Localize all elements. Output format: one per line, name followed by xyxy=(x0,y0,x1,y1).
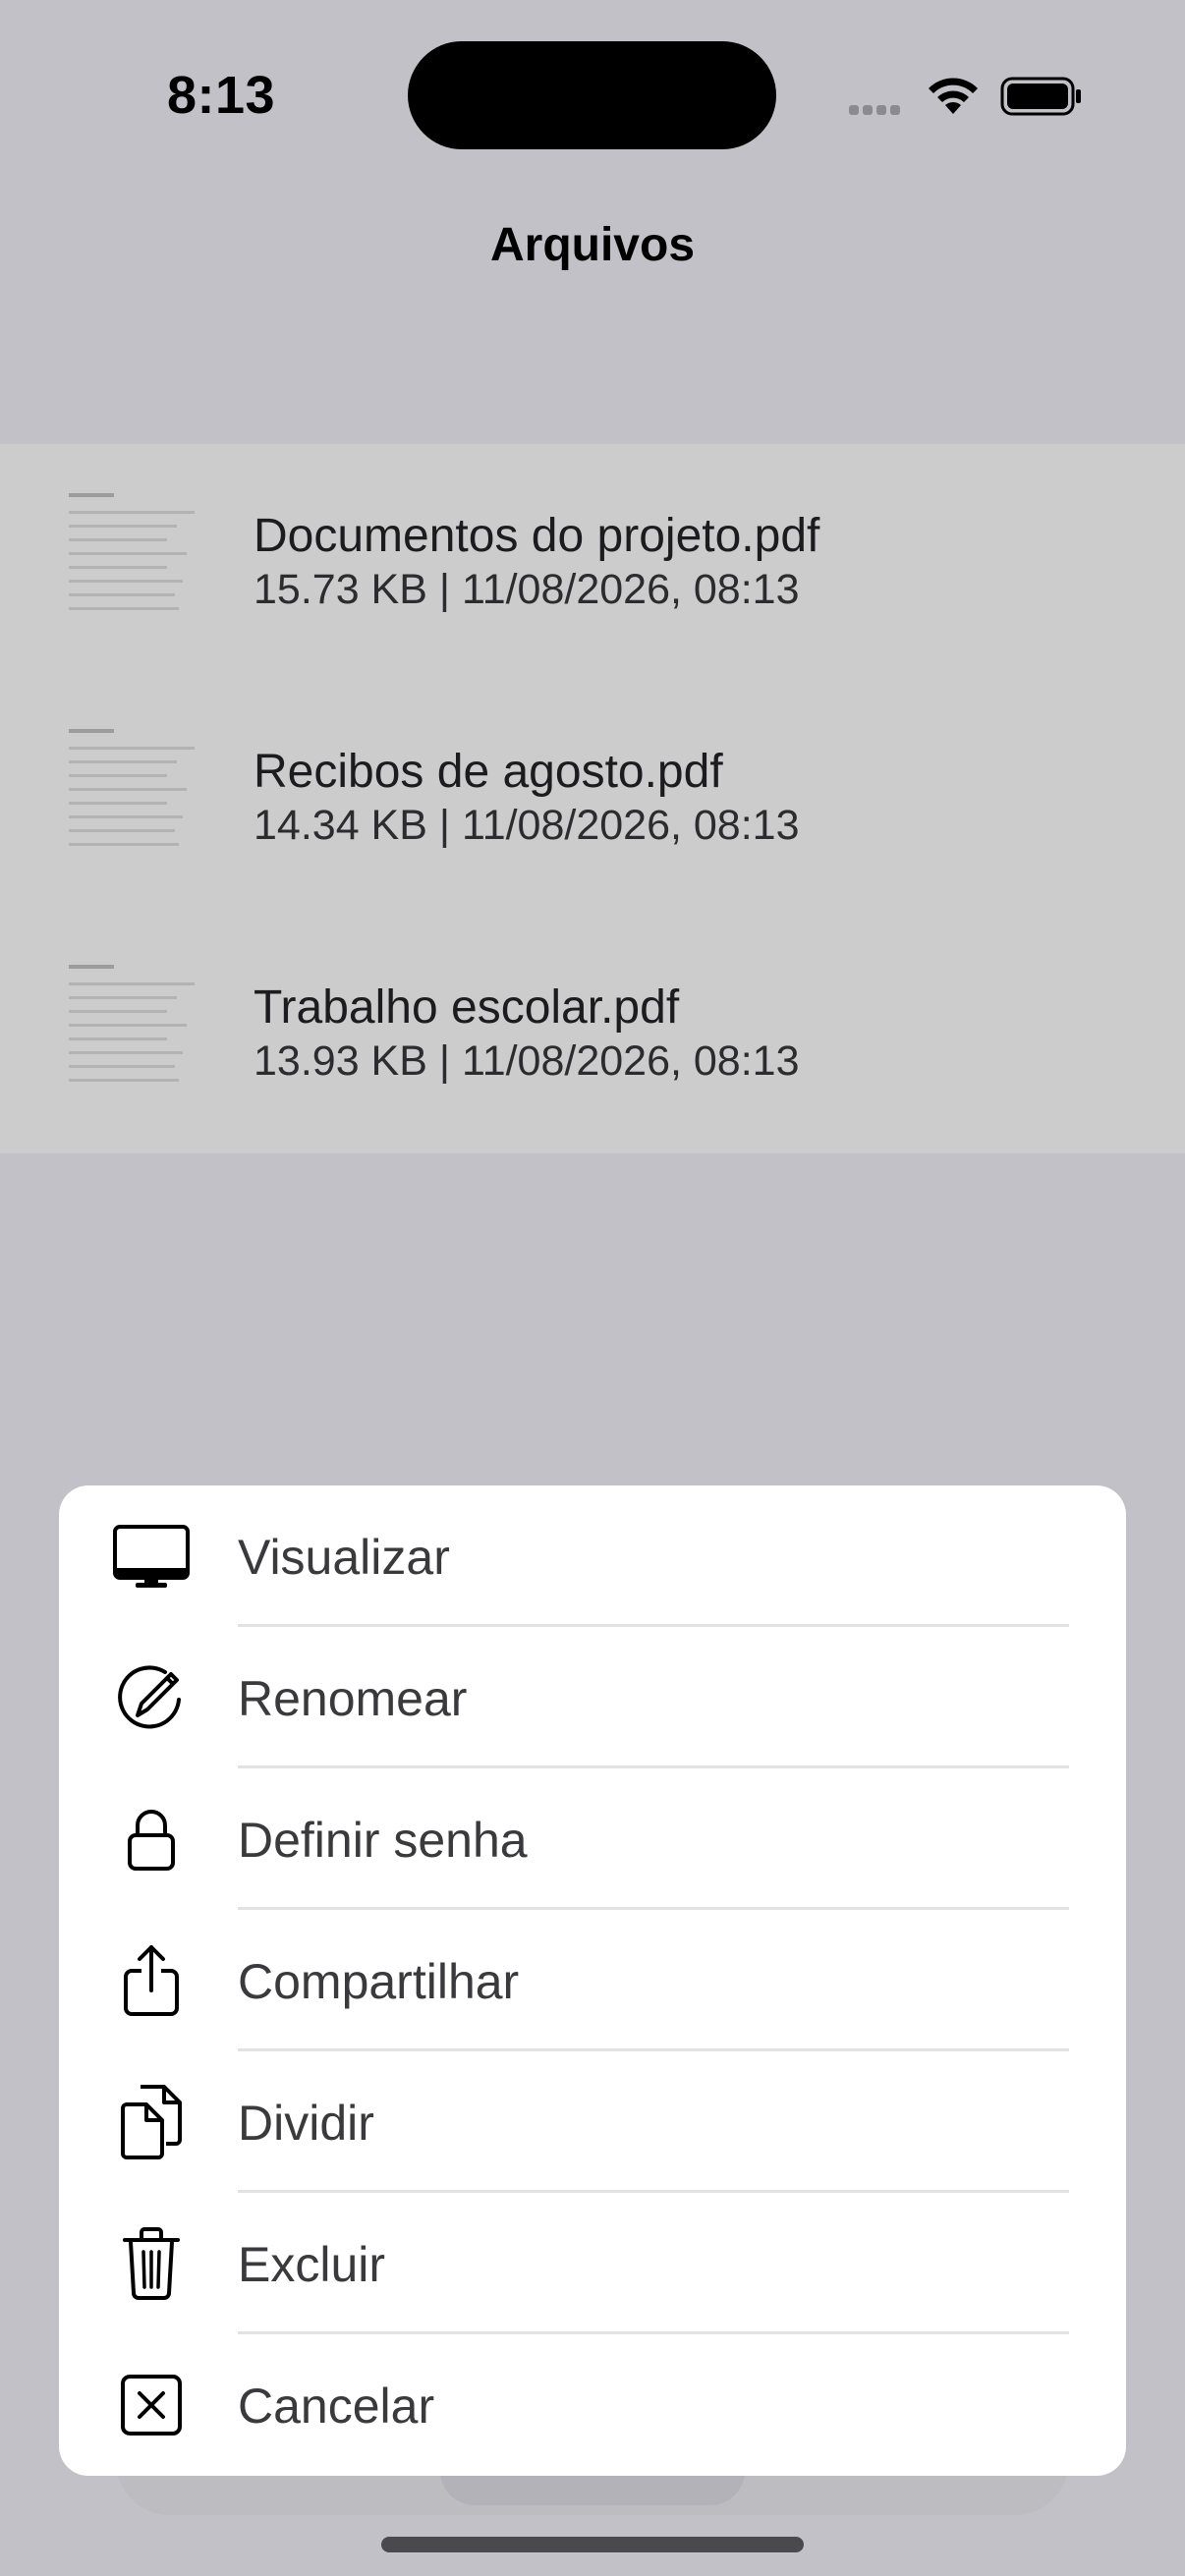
lock-icon xyxy=(104,1804,198,1875)
action-label: Renomear xyxy=(238,1671,468,1726)
battery-icon xyxy=(1000,77,1081,116)
action-label: Cancelar xyxy=(238,2379,435,2434)
home-indicator xyxy=(381,2537,804,2552)
close-box-icon xyxy=(104,2370,198,2440)
page-title: Arquivos xyxy=(489,219,696,271)
status-bar: 8:13 xyxy=(0,0,1185,196)
action-sheet: Visualizar Renomear Definir senha Compar… xyxy=(59,1485,1126,2476)
display-icon xyxy=(104,1521,198,1592)
file-row[interactable]: Documentos do projeto.pdf 15.73 KB | 11/… xyxy=(0,444,1185,680)
pdf-thumbnail-icon xyxy=(69,493,197,621)
cellular-signal-icon xyxy=(849,102,908,116)
file-meta: 15.73 KB | 11/08/2026, 08:13 xyxy=(254,566,800,613)
action-label: Definir senha xyxy=(238,1813,528,1868)
file-meta: 13.93 KB | 11/08/2026, 08:13 xyxy=(254,1037,800,1085)
action-label: Dividir xyxy=(238,2096,374,2151)
action-delete[interactable]: Excluir xyxy=(59,2193,1126,2334)
trash-icon xyxy=(104,2227,198,2300)
share-icon xyxy=(104,1945,198,2016)
status-time: 8:13 xyxy=(167,66,276,125)
file-list: Documentos do projeto.pdf 15.73 KB | 11/… xyxy=(0,444,1185,1153)
action-set-password[interactable]: Definir senha xyxy=(59,1768,1126,1910)
rename-icon xyxy=(104,1662,198,1733)
file-name: Trabalho escolar.pdf xyxy=(254,981,680,1034)
split-documents-icon xyxy=(104,2085,198,2159)
action-label: Excluir xyxy=(238,2237,386,2292)
wifi-icon xyxy=(929,78,978,114)
file-meta: 14.34 KB | 11/08/2026, 08:13 xyxy=(254,802,800,849)
dynamic-island xyxy=(408,41,776,149)
action-rename[interactable]: Renomear xyxy=(59,1627,1126,1768)
file-name: Recibos de agosto.pdf xyxy=(254,746,723,798)
file-row[interactable]: Recibos de agosto.pdf 14.34 KB | 11/08/2… xyxy=(0,680,1185,916)
action-label: Visualizar xyxy=(238,1530,450,1585)
pdf-thumbnail-icon xyxy=(69,729,197,857)
file-row[interactable]: Trabalho escolar.pdf 13.93 KB | 11/08/20… xyxy=(0,916,1185,1151)
action-cancel[interactable]: Cancelar xyxy=(59,2334,1126,2476)
action-label: Compartilhar xyxy=(238,1954,520,2009)
file-name: Documentos do projeto.pdf xyxy=(254,510,820,562)
pdf-thumbnail-icon xyxy=(69,965,197,1092)
action-share[interactable]: Compartilhar xyxy=(59,1910,1126,2051)
action-split[interactable]: Dividir xyxy=(59,2051,1126,2193)
action-view[interactable]: Visualizar xyxy=(59,1485,1126,1627)
